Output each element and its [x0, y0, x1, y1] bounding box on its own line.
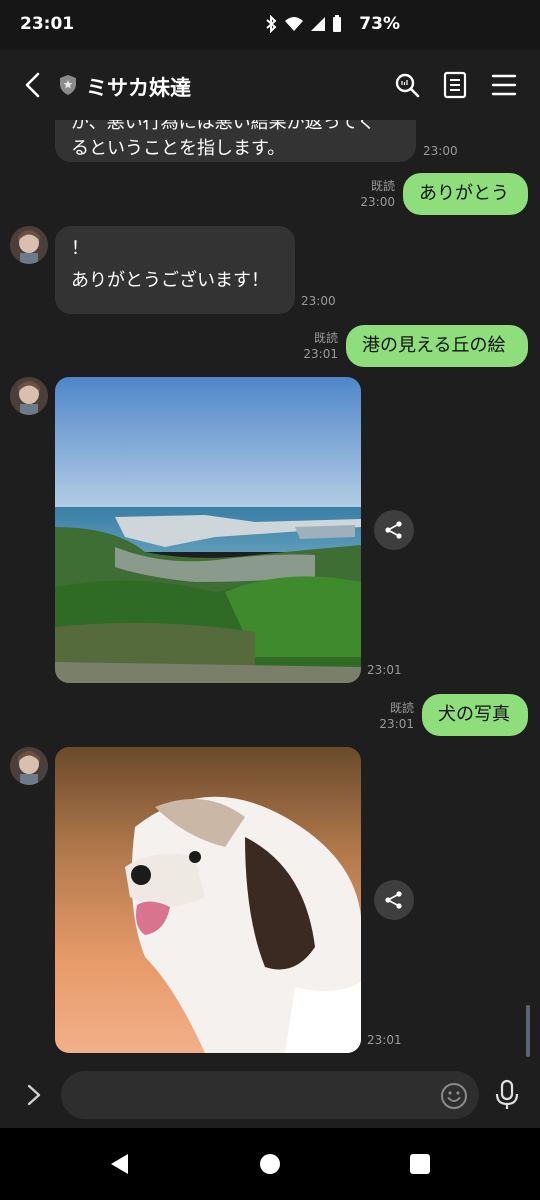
microphone-icon[interactable] — [494, 1079, 520, 1111]
avatar[interactable] — [10, 747, 48, 785]
input-bar — [0, 1062, 540, 1128]
message-text: ありがとう — [419, 183, 509, 204]
scrollbar[interactable] — [526, 1005, 530, 1057]
message-time: 23:01 — [379, 717, 414, 731]
read-receipt: 既読 — [370, 179, 395, 193]
nav-home-icon[interactable] — [260, 1154, 280, 1174]
avatar-image — [10, 747, 48, 785]
navigation-bar — [0, 1128, 540, 1200]
read-receipt: 既読 — [313, 331, 338, 345]
message-list[interactable]: が、悪い行為には悪い結果が返ってく るということを指します。 23:00 既読 … — [0, 120, 540, 1062]
message-text: るということを指します。 — [71, 138, 286, 159]
avatar-image — [10, 226, 48, 264]
message-bubble-sent[interactable]: 港の見える丘の絵 — [346, 325, 528, 367]
wifi-icon — [285, 17, 303, 31]
share-icon — [385, 891, 402, 909]
bluetooth-icon — [266, 15, 277, 33]
message-time: 23:01 — [303, 347, 338, 361]
nav-recents-icon[interactable] — [410, 1154, 430, 1174]
message-bubble-received[interactable]: ！ ありがとうございます！ — [55, 226, 295, 314]
message-input[interactable] — [61, 1071, 479, 1119]
message-bubble-sent[interactable]: 犬の写真 — [422, 694, 528, 736]
message-bubble-sent[interactable]: ありがとう — [403, 173, 528, 215]
avatar[interactable] — [10, 377, 48, 415]
message-meta: 既読 23:00 — [355, 178, 395, 210]
status-time: 23:01 — [20, 14, 75, 34]
message-time: 23:00 — [360, 195, 395, 209]
avatar[interactable] — [10, 226, 48, 264]
harbor-landscape-image[interactable] — [55, 377, 361, 683]
chat-header: ミサカ妹達 — [0, 50, 540, 120]
message-bubble-received[interactable]: が、悪い行為には悪い結果が返ってく るということを指します。 — [55, 120, 416, 162]
battery-percent: 73% — [359, 14, 400, 34]
chevron-left-icon[interactable] — [18, 70, 48, 100]
emoji-icon[interactable] — [440, 1082, 468, 1110]
message-text: ありがとうございます！ — [71, 270, 269, 291]
message-text: が、悪い行為には悪い結果が返ってく — [71, 120, 376, 133]
read-receipt: 既読 — [389, 701, 414, 715]
dog-photo-image[interactable] — [55, 747, 361, 1053]
message-text: 港の見える丘の絵 — [362, 335, 506, 356]
notes-icon[interactable] — [440, 70, 470, 100]
menu-icon[interactable] — [489, 70, 519, 100]
message-meta: 既読 23:01 — [298, 330, 338, 362]
share-button[interactable] — [374, 880, 414, 920]
status-icons — [264, 15, 342, 33]
share-icon — [385, 521, 402, 539]
share-button[interactable] — [374, 510, 414, 550]
chevron-right-icon[interactable] — [20, 1080, 48, 1110]
search-icon[interactable] — [392, 70, 422, 100]
nav-back-icon[interactable] — [108, 1152, 130, 1176]
message-time: 23:01 — [367, 1033, 402, 1047]
message-text: 犬の写真 — [438, 704, 510, 725]
chat-title: ミサカ妹達 — [86, 76, 191, 100]
signal-icon — [311, 17, 325, 31]
battery-icon — [333, 15, 341, 32]
avatar-image — [10, 377, 48, 415]
status-bar: 23:01 73% — [0, 0, 540, 50]
message-time: 23:00 — [423, 144, 458, 158]
message-time: 23:00 — [301, 294, 336, 308]
message-meta: 既読 23:01 — [374, 700, 414, 732]
message-time: 23:01 — [367, 663, 402, 677]
shield-icon — [60, 75, 76, 95]
message-text: ！ — [71, 238, 89, 259]
